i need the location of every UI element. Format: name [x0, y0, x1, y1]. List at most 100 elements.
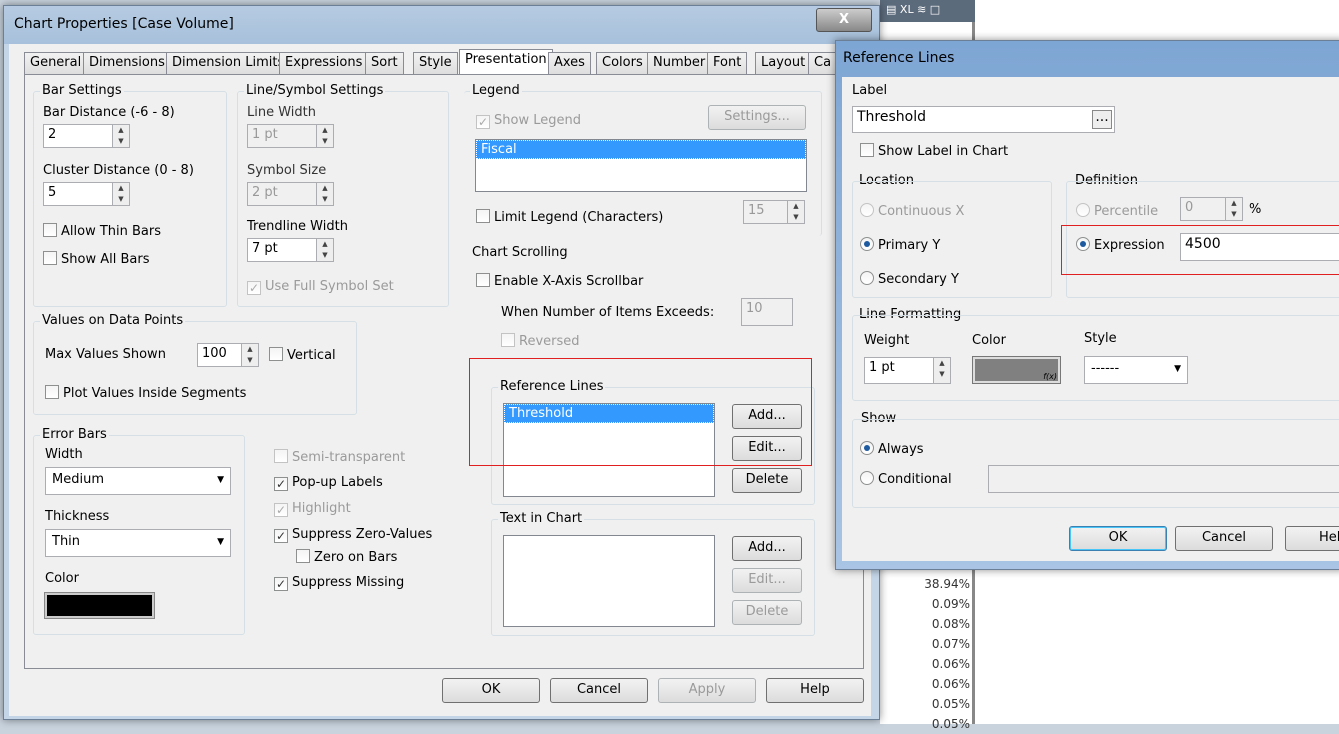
thickness-label: Thickness — [45, 509, 110, 524]
show-all-bars-checkbox[interactable]: Show All Bars — [43, 251, 149, 267]
tab-caption[interactable]: Ca — [808, 52, 838, 74]
ref-cancel-button[interactable]: Cancel — [1175, 526, 1273, 551]
conditional-radio[interactable]: Conditional — [860, 471, 952, 487]
chart-icon[interactable]: ≋ — [917, 3, 926, 16]
legend-list[interactable]: Fiscal — [475, 139, 807, 192]
symbol-size-label: Symbol Size — [247, 163, 327, 178]
tab-font[interactable]: Font — [707, 52, 748, 74]
percent-value: 0.05% — [931, 717, 970, 731]
use-full-symbol-set-checkbox[interactable]: ✓ Use Full Symbol Set — [247, 279, 394, 295]
semi-transparent-checkbox[interactable]: Semi-transparent — [274, 449, 405, 465]
trendline-width-spinner[interactable]: 7 pt ▲ ▼ — [247, 238, 334, 262]
ref-ok-button[interactable]: OK — [1069, 526, 1167, 551]
zero-on-bars-checkbox[interactable]: Zero on Bars — [296, 549, 397, 565]
suppress-missing-checkbox[interactable]: ✓ Suppress Missing — [274, 575, 404, 591]
tab-layout[interactable]: Layout — [755, 52, 812, 74]
color-label: Color — [45, 571, 79, 586]
text-add-button[interactable]: Add... — [732, 536, 802, 561]
weight-spinner[interactable]: 1 pt ▲ ▼ — [864, 357, 951, 384]
apply-button[interactable]: Apply — [658, 678, 756, 703]
line-width-spinner[interactable]: 1 pt ▲ ▼ — [247, 124, 334, 148]
tab-general[interactable]: General — [24, 52, 88, 74]
show-legend-checkbox[interactable]: ✓ Show Legend — [476, 113, 581, 129]
tab-style[interactable]: Style — [413, 52, 458, 74]
bar-distance-spinner[interactable]: 2 ▲ ▼ — [43, 124, 130, 148]
percentile-spinner[interactable]: 0 ▲ ▼ — [1180, 197, 1243, 221]
close-button[interactable]: X — [816, 8, 872, 32]
error-width-dropdown[interactable]: Medium — [45, 467, 231, 495]
line-color-swatch[interactable]: f(x) — [972, 356, 1061, 384]
group-title: Error Bars — [40, 427, 109, 442]
bar-distance-label: Bar Distance (-6 - 8) — [43, 105, 175, 120]
label-input[interactable]: Threshold... — [852, 106, 1115, 133]
percent-value: 0.09% — [931, 597, 970, 611]
tab-presentation[interactable]: Presentation — [459, 49, 553, 75]
text-in-chart-list[interactable] — [503, 535, 715, 627]
ref-help-button[interactable]: Help — [1285, 526, 1339, 551]
trendline-width-label: Trendline Width — [247, 219, 348, 234]
continuous-x-radio[interactable]: Continuous X — [860, 203, 964, 219]
legend-item[interactable]: Fiscal — [476, 140, 806, 159]
ok-button[interactable]: OK — [442, 678, 540, 703]
plot-inside-segments-checkbox[interactable]: Plot Values Inside Segments — [45, 385, 246, 401]
percent-value: 38.94% — [924, 577, 970, 591]
percent-value: 0.07% — [931, 637, 970, 651]
conditional-input[interactable] — [988, 465, 1339, 493]
line-width-label: Line Width — [247, 105, 316, 120]
max-values-spinner[interactable]: 100 ▲ ▼ — [197, 343, 259, 367]
maximize-icon[interactable]: □ — [930, 3, 940, 16]
xl-icon[interactable]: XL — [900, 3, 914, 16]
help-button[interactable]: Help — [766, 678, 864, 703]
tab-dimension-limits[interactable]: Dimension Limits — [166, 52, 291, 74]
tab-number[interactable]: Number — [647, 52, 712, 74]
highlight-box — [469, 358, 812, 466]
weight-label: Weight — [864, 333, 910, 348]
tab-dimensions[interactable]: Dimensions — [83, 52, 171, 74]
cluster-distance-spinner[interactable]: 5 ▲ ▼ — [43, 182, 130, 206]
text-delete-button[interactable]: Delete — [732, 600, 802, 625]
allow-thin-bars-checkbox[interactable]: Allow Thin Bars — [43, 223, 161, 239]
exceeds-input[interactable]: 10 — [741, 298, 793, 326]
ref-dialog-title: Reference Lines — [843, 50, 955, 66]
tab-expressions[interactable]: Expressions — [279, 52, 369, 74]
always-radio[interactable]: Always — [860, 441, 924, 457]
chart-scrolling-title: Chart Scrolling — [472, 245, 568, 260]
popup-labels-checkbox[interactable]: ✓ Pop-up Labels — [274, 475, 383, 491]
error-thickness-dropdown[interactable]: Thin — [45, 529, 231, 557]
background-toolbar: ▤ XL ≋ □ — [880, 0, 975, 22]
ref-delete-button[interactable]: Delete — [732, 468, 802, 493]
vertical-checkbox[interactable]: Vertical — [269, 347, 336, 363]
tab-sort[interactable]: Sort — [365, 52, 404, 74]
symbol-size-spinner[interactable]: 2 pt ▲ ▼ — [247, 182, 334, 206]
ref-title-bar[interactable]: Reference Lines — [836, 41, 1339, 77]
legend-settings-button[interactable]: Settings... — [708, 105, 806, 130]
limit-legend-checkbox[interactable]: Limit Legend (Characters) — [476, 209, 663, 225]
show-group — [852, 419, 1339, 508]
label-browse-button[interactable]: ... — [1092, 110, 1112, 129]
limit-legend-spinner[interactable]: 15 ▲ ▼ — [743, 200, 805, 224]
percent-value: 0.06% — [931, 677, 970, 691]
tab-axes[interactable]: Axes — [548, 52, 591, 74]
highlight-checkbox[interactable]: ✓ Highlight — [274, 501, 351, 517]
print-icon[interactable]: ▤ — [886, 3, 896, 16]
primary-y-radio[interactable]: Primary Y — [860, 237, 940, 253]
group-title: Legend — [470, 83, 522, 98]
enable-x-axis-scrollbar-checkbox[interactable]: Enable X-Axis Scrollbar — [476, 273, 643, 289]
secondary-y-radio[interactable]: Secondary Y — [860, 271, 959, 287]
text-edit-button[interactable]: Edit... — [732, 568, 802, 593]
show-label-checkbox[interactable]: Show Label in Chart — [860, 143, 1008, 159]
title-bar[interactable]: Chart Properties [Case Volume] X — [4, 6, 879, 44]
reversed-checkbox[interactable]: Reversed — [501, 333, 580, 349]
cancel-button[interactable]: Cancel — [550, 678, 648, 703]
percent-value: 0.06% — [931, 657, 970, 671]
group-title: Line/Symbol Settings — [244, 83, 386, 98]
group-title: Values on Data Points — [40, 313, 186, 328]
line-style-dropdown[interactable]: ------ — [1084, 356, 1188, 384]
tab-colors[interactable]: Colors — [596, 52, 649, 74]
error-color-swatch[interactable] — [44, 592, 155, 619]
label-title: Label — [852, 83, 888, 98]
when-exceeds-label: When Number of Items Exceeds: — [501, 305, 715, 320]
percentile-radio[interactable]: Percentile — [1076, 203, 1158, 219]
suppress-zero-values-checkbox[interactable]: ✓ Suppress Zero-Values — [274, 527, 432, 543]
group-title: Text in Chart — [498, 511, 585, 526]
